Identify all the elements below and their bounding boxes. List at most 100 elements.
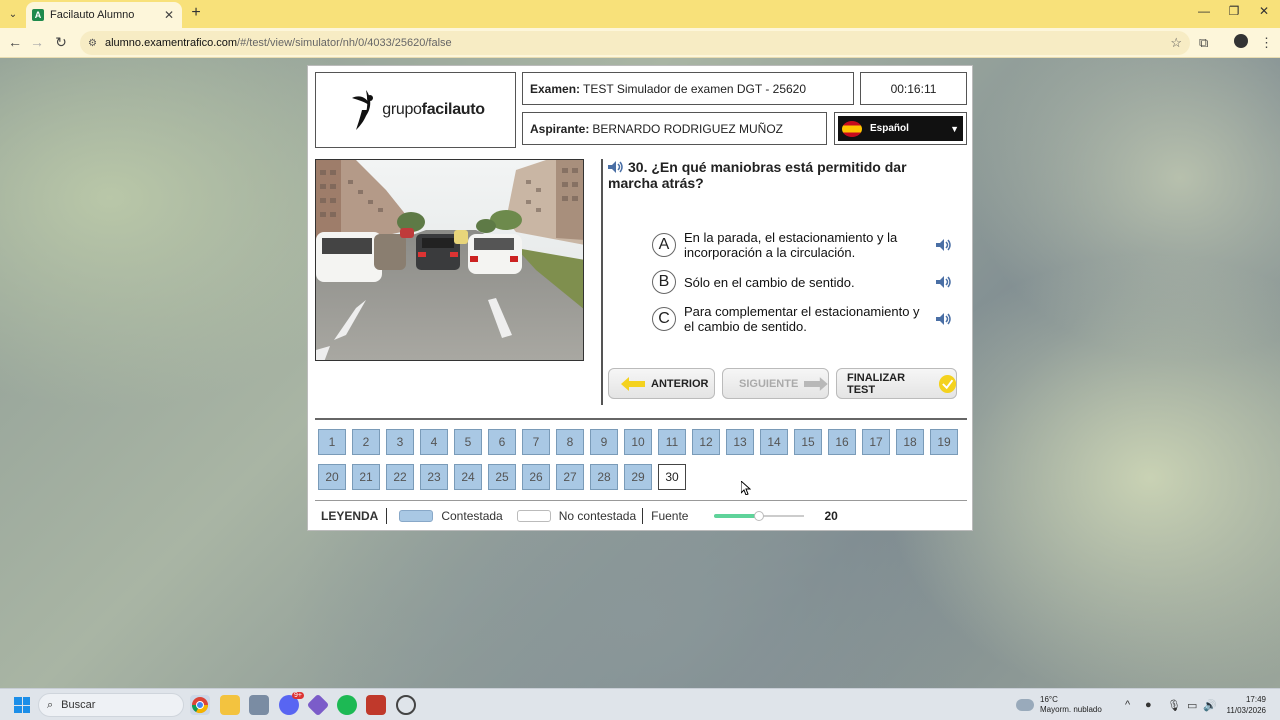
tray-app-icon[interactable]: ● bbox=[1145, 699, 1152, 711]
microphone-icon[interactable]: 🎙 bbox=[1167, 699, 1181, 712]
windows-start-icon[interactable] bbox=[14, 697, 30, 713]
minimize-icon[interactable]: — bbox=[1194, 4, 1214, 18]
bookmark-star-icon[interactable]: ☆ bbox=[1170, 35, 1182, 51]
font-label: Fuente bbox=[651, 509, 689, 523]
speaker-icon[interactable] bbox=[936, 313, 952, 325]
question-number-button[interactable]: 20 bbox=[318, 464, 346, 490]
previous-button-label: ANTERIOR bbox=[651, 377, 709, 390]
speaker-icon[interactable] bbox=[936, 239, 952, 251]
question-number-button[interactable]: 19 bbox=[930, 429, 958, 455]
speaker-icon[interactable] bbox=[936, 276, 952, 288]
question-number-button[interactable]: 16 bbox=[828, 429, 856, 455]
answer-letter[interactable]: B bbox=[652, 270, 676, 294]
question-number-button[interactable]: 9 bbox=[590, 429, 618, 455]
back-icon[interactable]: ← bbox=[6, 34, 24, 50]
question-number-button[interactable]: 27 bbox=[556, 464, 584, 490]
browser-toolbar: ← → ↻ ⚙ alumno.examentrafico.com/#/test/… bbox=[0, 28, 1280, 58]
question-number-button[interactable]: 10 bbox=[624, 429, 652, 455]
speaker-icon[interactable] bbox=[608, 161, 624, 173]
url-domain: alumno.examentrafico.com bbox=[104, 37, 238, 49]
question-number-button[interactable]: 1 bbox=[318, 429, 346, 455]
browser-tab[interactable]: A Facilauto Alumno ✕ bbox=[26, 2, 182, 28]
next-button[interactable]: SIGUIENTE bbox=[722, 368, 829, 399]
language-value: Español bbox=[870, 123, 909, 134]
question-number-button[interactable]: 21 bbox=[352, 464, 380, 490]
extensions-icon[interactable]: ⧉ bbox=[1199, 35, 1208, 51]
question-number-button[interactable]: 26 bbox=[522, 464, 550, 490]
question-number-button[interactable]: 4 bbox=[420, 429, 448, 455]
previous-button[interactable]: ANTERIOR bbox=[608, 368, 715, 399]
divider bbox=[315, 500, 967, 501]
spotify-icon[interactable] bbox=[337, 695, 357, 715]
question-number-button[interactable]: 5 bbox=[454, 429, 482, 455]
vertical-divider bbox=[601, 159, 603, 405]
app-icon[interactable] bbox=[396, 695, 416, 715]
answer-b[interactable]: B Sólo en el cambio de sentido. bbox=[652, 270, 952, 294]
question-number-button[interactable]: 22 bbox=[386, 464, 414, 490]
tab-search-button[interactable]: ⌄ bbox=[4, 5, 22, 23]
question-number-button[interactable]: 12 bbox=[692, 429, 720, 455]
check-circle-icon bbox=[938, 374, 956, 393]
question-number-button[interactable]: 6 bbox=[488, 429, 516, 455]
answered-label: Contestada bbox=[441, 509, 503, 523]
app-icon[interactable] bbox=[366, 695, 386, 715]
volume-icon[interactable]: 🔊 bbox=[1203, 699, 1217, 712]
chrome-taskbar-icon[interactable] bbox=[190, 695, 210, 715]
weather-widget[interactable]: 16°C Mayorm. nublado bbox=[1016, 695, 1102, 715]
new-tab-icon[interactable]: + bbox=[188, 5, 204, 21]
language-select[interactable]: Español ▼ bbox=[838, 116, 963, 141]
tab-close-icon[interactable]: ✕ bbox=[162, 8, 176, 22]
answer-text[interactable]: Para complementar el estacionamiento y e… bbox=[684, 304, 924, 334]
url-path: /#/test/view/simulator/nh/0/4033/25620/f… bbox=[237, 37, 452, 49]
question-number-button[interactable]: 18 bbox=[896, 429, 924, 455]
question-number-button[interactable]: 15 bbox=[794, 429, 822, 455]
question-number-button[interactable]: 24 bbox=[454, 464, 482, 490]
question-number-button[interactable]: 30 bbox=[658, 464, 686, 490]
question-number-button[interactable]: 29 bbox=[624, 464, 652, 490]
question-number-button[interactable]: 17 bbox=[862, 429, 890, 455]
restore-icon[interactable]: ❐ bbox=[1224, 4, 1244, 18]
answer-letter[interactable]: C bbox=[652, 307, 676, 331]
forward-icon[interactable]: → bbox=[28, 34, 46, 50]
answer-letter[interactable]: A bbox=[652, 233, 676, 257]
question-number-button[interactable]: 7 bbox=[522, 429, 550, 455]
app-icon[interactable] bbox=[306, 693, 330, 717]
question-number-button[interactable]: 11 bbox=[658, 429, 686, 455]
legend-separator bbox=[386, 508, 388, 524]
answer-c[interactable]: C Para complementar el estacionamiento y… bbox=[652, 304, 952, 334]
network-icon[interactable]: ▭ bbox=[1187, 699, 1197, 712]
question-number-button[interactable]: 2 bbox=[352, 429, 380, 455]
reload-icon[interactable]: ↻ bbox=[52, 34, 70, 51]
answer-a[interactable]: A En la parada, el estacionamiento y la … bbox=[652, 230, 952, 260]
answer-text[interactable]: En la parada, el estacionamiento y la in… bbox=[684, 230, 924, 260]
browser-menu-icon[interactable]: ⋮ bbox=[1260, 35, 1273, 51]
legend: LEYENDA Contestada No contestada Fuente … bbox=[315, 506, 967, 526]
arrow-left-icon bbox=[621, 376, 645, 391]
arrow-right-icon bbox=[804, 376, 828, 391]
site-info-icon[interactable]: ⚙ bbox=[88, 38, 97, 49]
slider-fill bbox=[714, 514, 760, 518]
weather-temp: 16°C bbox=[1040, 695, 1058, 704]
question-number-button[interactable]: 28 bbox=[590, 464, 618, 490]
tray-chevron-icon[interactable]: ^ bbox=[1125, 699, 1130, 711]
file-explorer-icon[interactable] bbox=[220, 695, 240, 715]
finish-test-button[interactable]: FINALIZAR TEST bbox=[836, 368, 957, 399]
font-size-slider[interactable] bbox=[714, 509, 805, 523]
profile-avatar[interactable] bbox=[1234, 34, 1248, 48]
question-number-button[interactable]: 23 bbox=[420, 464, 448, 490]
question-number-button[interactable]: 8 bbox=[556, 429, 584, 455]
question-number-button[interactable]: 3 bbox=[386, 429, 414, 455]
logo-text-regular: grupo bbox=[382, 101, 422, 118]
address-bar[interactable]: ⚙ alumno.examentrafico.com/#/test/view/s… bbox=[80, 31, 1190, 55]
slider-thumb[interactable] bbox=[754, 511, 765, 521]
question-number-button[interactable]: 13 bbox=[726, 429, 754, 455]
question-number-button[interactable]: 25 bbox=[488, 464, 516, 490]
window-close-icon[interactable]: ✕ bbox=[1254, 4, 1274, 18]
discord-icon[interactable]: 9+ bbox=[279, 692, 304, 715]
answer-text[interactable]: Sólo en el cambio de sentido. bbox=[684, 275, 924, 290]
taskbar-search[interactable]: ⌕ Buscar bbox=[38, 693, 184, 717]
system-clock[interactable]: 17:49 11/03/2026 bbox=[1227, 694, 1266, 716]
store-icon[interactable] bbox=[249, 695, 269, 715]
question-number-button[interactable]: 14 bbox=[760, 429, 788, 455]
taskbar-search-placeholder: Buscar bbox=[61, 699, 96, 711]
